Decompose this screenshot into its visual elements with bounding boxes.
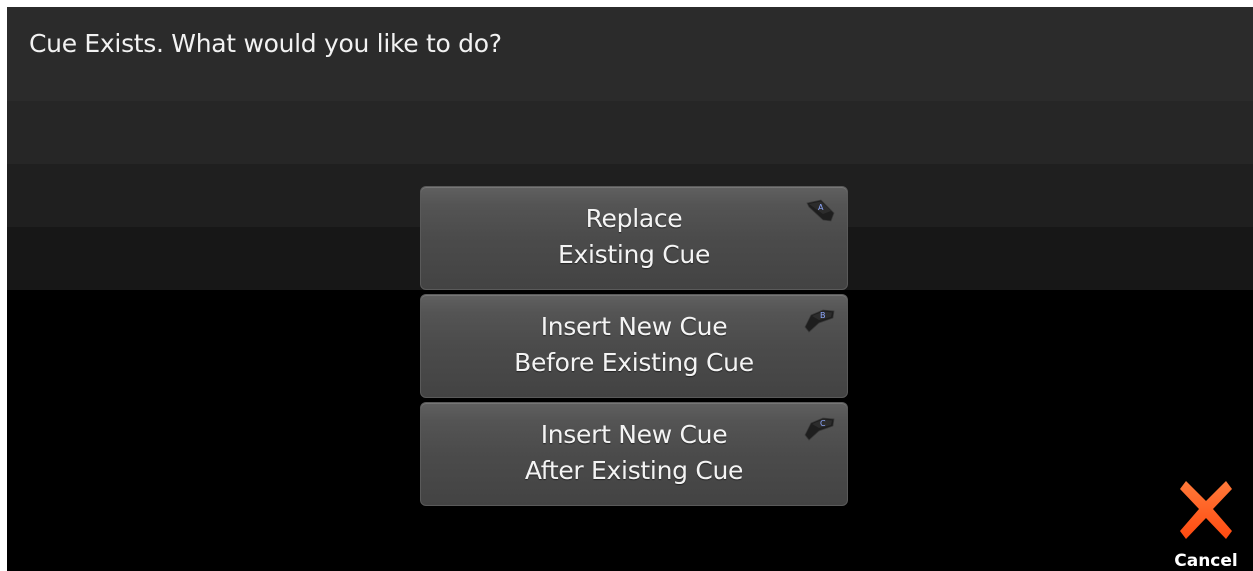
insert-after-existing-cue-button[interactable]: Insert New Cue After Existing Cue C bbox=[420, 402, 848, 506]
dialog-title: Cue Exists. What would you like to do? bbox=[29, 29, 502, 58]
cancel-button[interactable]: Cancel bbox=[1166, 477, 1246, 571]
keyboard-key-icon: C bbox=[801, 413, 837, 443]
shortcut-key-letter: C bbox=[820, 419, 826, 428]
keyboard-key-icon: B bbox=[801, 305, 837, 335]
replace-existing-cue-label: Replace Existing Cue bbox=[557, 204, 711, 269]
cue-exists-dialog: Cue Exists. What would you like to do? R… bbox=[7, 7, 1253, 571]
close-x-icon bbox=[1178, 477, 1234, 541]
shortcut-key-letter: A bbox=[818, 203, 824, 212]
insert-before-existing-cue-label: Insert New Cue Before Existing Cue bbox=[514, 312, 754, 377]
keyboard-key-icon: A bbox=[801, 197, 837, 227]
replace-existing-cue-button[interactable]: Replace Existing Cue A bbox=[420, 186, 848, 290]
insert-before-existing-cue-button[interactable]: Insert New Cue Before Existing Cue B bbox=[420, 294, 848, 398]
cancel-label: Cancel bbox=[1174, 551, 1238, 571]
insert-after-existing-cue-label: Insert New Cue After Existing Cue bbox=[524, 420, 744, 485]
shortcut-key-letter: B bbox=[820, 311, 826, 320]
